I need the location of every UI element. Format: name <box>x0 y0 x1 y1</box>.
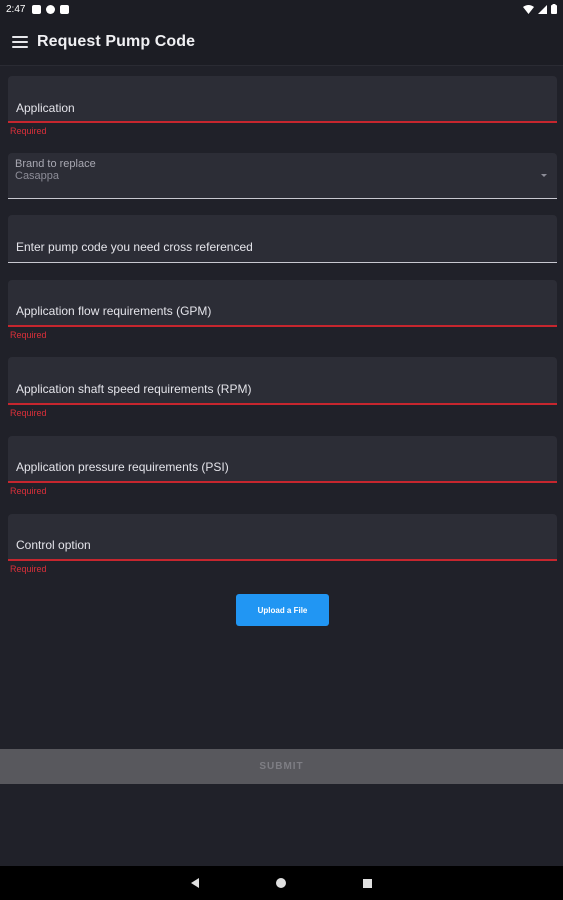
pump-code-underline <box>8 262 557 263</box>
brand-select[interactable]: Brand to replace Casappa <box>8 153 557 199</box>
brand-underline <box>8 198 557 199</box>
flow-label: Application flow requirements (GPM) <box>16 304 212 318</box>
home-icon[interactable] <box>276 878 286 888</box>
flow-field[interactable]: Application flow requirements (GPM) <box>8 280 557 327</box>
status-left: 2:47 <box>6 3 70 15</box>
pressure-underline <box>8 481 557 483</box>
app-bar: Request Pump Code <box>0 18 563 66</box>
pressure-label: Application pressure requirements (PSI) <box>16 460 229 474</box>
submit-button[interactable]: SUBMIT <box>259 761 303 772</box>
status-time: 2:47 <box>6 3 26 15</box>
notification-icon <box>32 4 42 14</box>
control-option-label: Control option <box>16 538 91 552</box>
back-icon[interactable] <box>191 878 199 888</box>
shaft-speed-helper-text: Required <box>10 408 47 418</box>
pump-code-label: Enter pump code you need cross reference… <box>16 240 253 254</box>
recents-icon[interactable] <box>363 878 372 888</box>
control-option-helper-text: Required <box>10 564 47 574</box>
pressure-field[interactable]: Application pressure requirements (PSI) <box>8 436 557 483</box>
application-underline <box>8 121 557 123</box>
application-field[interactable]: Application <box>8 76 557 123</box>
navigation-bar <box>0 866 563 900</box>
battery-icon <box>551 4 557 14</box>
flow-underline <box>8 325 557 327</box>
flow-helper-text: Required <box>10 330 47 340</box>
page-title: Request Pump Code <box>37 32 196 50</box>
control-option-underline <box>8 559 557 561</box>
sd-card-icon <box>60 4 70 14</box>
wifi-icon <box>523 4 534 14</box>
application-label: Application <box>16 101 75 115</box>
submit-bar: SUBMIT <box>0 749 563 784</box>
brand-select-label: Brand to replace <box>15 158 96 170</box>
application-helper-text: Required <box>10 126 47 136</box>
pressure-helper-text: Required <box>10 486 47 496</box>
pump-code-field[interactable]: Enter pump code you need cross reference… <box>8 215 557 263</box>
app-icon <box>46 4 56 14</box>
hamburger-menu-icon[interactable] <box>12 35 28 48</box>
signal-icon <box>538 4 547 14</box>
shaft-speed-field[interactable]: Application shaft speed requirements (RP… <box>8 357 557 405</box>
status-right <box>523 4 557 14</box>
dropdown-arrow-icon <box>541 174 547 177</box>
brand-select-value: Casappa <box>15 170 60 182</box>
status-bar: 2:47 <box>0 0 563 18</box>
upload-file-button[interactable]: Upload a File <box>236 594 329 626</box>
shaft-speed-label: Application shaft speed requirements (RP… <box>16 382 252 396</box>
control-option-field[interactable]: Control option <box>8 514 557 561</box>
shaft-speed-underline <box>8 403 557 405</box>
